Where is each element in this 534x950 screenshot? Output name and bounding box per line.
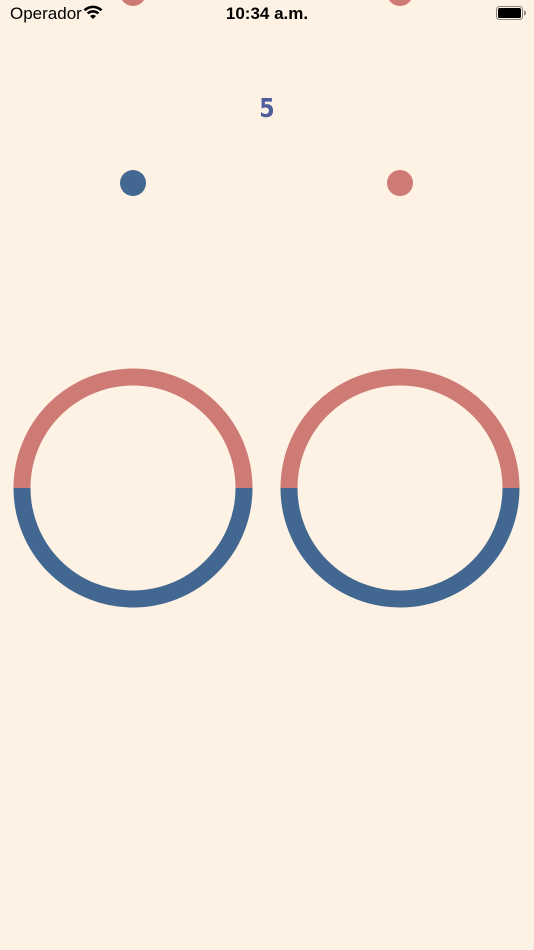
right-ball (387, 170, 413, 196)
left-ring-bottom-half (13, 487, 253, 608)
game-screen[interactable]: Operador 10:34 a.m. 5 (0, 0, 534, 950)
left-ring-top-half (13, 368, 253, 489)
right-ring[interactable] (280, 368, 520, 608)
left-incoming-ball (122, 0, 144, 6)
right-incoming-ball (389, 0, 411, 6)
right-ring-bottom-half (280, 487, 520, 608)
game-field[interactable] (0, 0, 534, 950)
right-ring-top-half (280, 368, 520, 489)
left-ring[interactable] (13, 368, 253, 608)
left-ball (120, 170, 146, 196)
